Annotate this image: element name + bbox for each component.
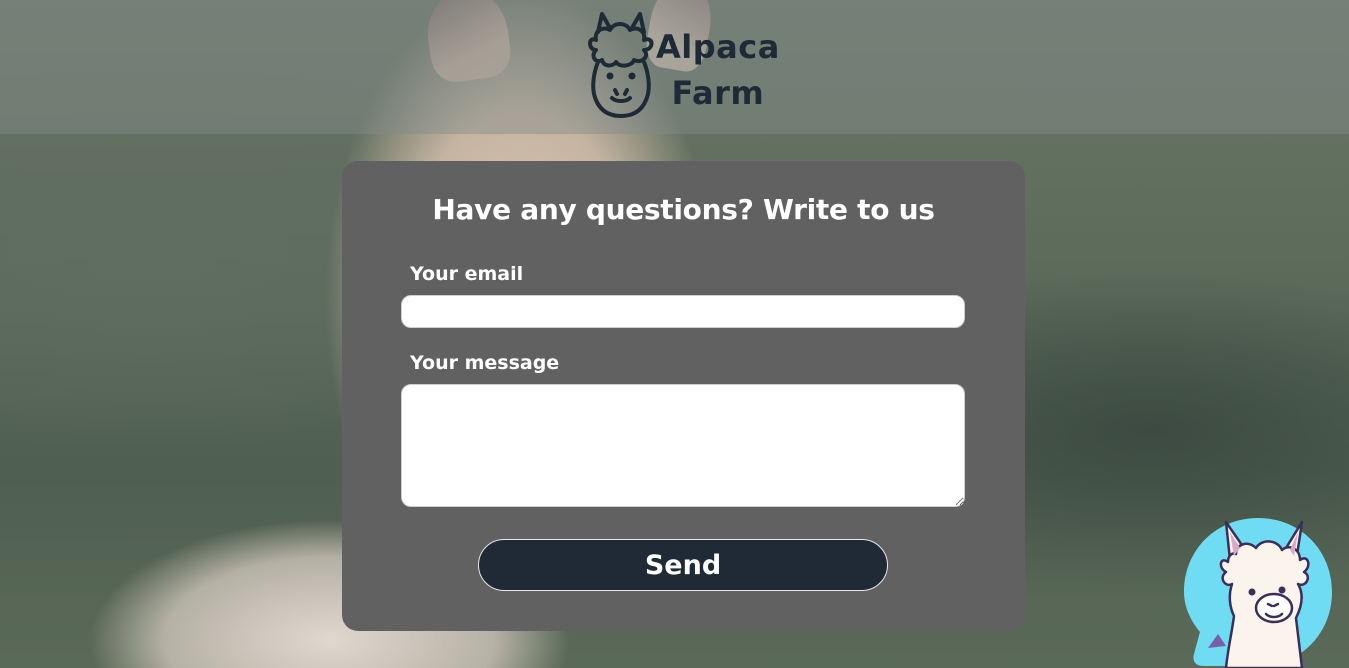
logo[interactable]: Alpaca Farm xyxy=(584,10,780,120)
logo-text: Alpaca Farm xyxy=(656,24,780,116)
logo-line1: Alpaca xyxy=(656,28,780,66)
alpaca-head-icon xyxy=(588,12,654,118)
message-textarea[interactable] xyxy=(401,384,965,507)
message-label: Your message xyxy=(410,352,560,374)
email-label: Your email xyxy=(410,263,524,285)
contact-page: Alpaca Farm Have any questions? Write to… xyxy=(0,0,1349,668)
alpaca-chat-icon xyxy=(1184,518,1332,668)
send-button[interactable]: Send xyxy=(478,539,888,591)
email-field[interactable] xyxy=(401,295,965,328)
form-title: Have any questions? Write to us xyxy=(432,193,935,226)
chat-widget-button[interactable] xyxy=(1182,516,1334,668)
contact-form-card: Have any questions? Write to us Your ema… xyxy=(342,161,1025,631)
logo-line2: Farm xyxy=(671,74,765,112)
header: Alpaca Farm xyxy=(0,0,1349,134)
